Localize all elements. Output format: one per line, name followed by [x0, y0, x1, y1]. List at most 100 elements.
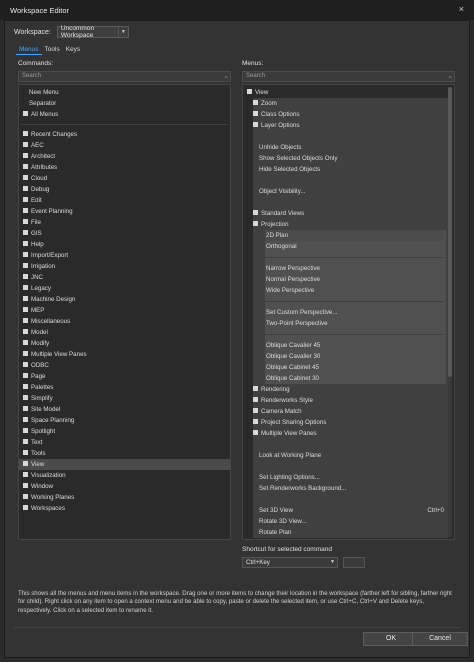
list-item[interactable]: Attributes: [19, 162, 230, 173]
commands-list[interactable]: New Menu Separator All Menus Recent Changes…: [18, 84, 231, 540]
cancel-button[interactable]: Cancel: [412, 632, 468, 646]
expand-icon[interactable]: [23, 405, 28, 411]
tree-item[interactable]: Rotate Plan: [243, 527, 454, 538]
expand-icon[interactable]: [23, 110, 28, 116]
tree-item[interactable]: Unhide Objects: [243, 142, 454, 153]
tree-item[interactable]: Oblique Cavalier 45: [265, 340, 444, 351]
list-item[interactable]: Modify: [19, 338, 230, 349]
tree-item[interactable]: Projection: [243, 219, 454, 230]
expand-icon[interactable]: [23, 339, 28, 345]
list-item[interactable]: Workspaces: [19, 503, 230, 514]
tree-item[interactable]: Zoom: [243, 98, 454, 109]
expand-icon[interactable]: [23, 229, 28, 235]
list-item[interactable]: Debug: [19, 184, 230, 195]
list-item[interactable]: Working Planes: [19, 492, 230, 503]
chevron-down-icon[interactable]: ▼: [330, 558, 335, 567]
expand-icon[interactable]: [253, 110, 258, 116]
list-item[interactable]: Architect: [19, 151, 230, 162]
expand-icon[interactable]: [253, 99, 258, 105]
expand-icon[interactable]: [23, 427, 28, 433]
list-item[interactable]: New Menu: [19, 87, 230, 98]
expand-icon[interactable]: [253, 209, 258, 215]
list-item[interactable]: JNC: [19, 272, 230, 283]
chevron-down-icon[interactable]: ▼: [117, 27, 128, 37]
list-item[interactable]: Text: [19, 437, 230, 448]
list-item[interactable]: Cloud: [19, 173, 230, 184]
list-item[interactable]: Simplify: [19, 393, 230, 404]
list-item[interactable]: All Menus: [19, 109, 230, 120]
tree-item[interactable]: Set Renderworks Background...: [243, 483, 454, 494]
expand-icon[interactable]: [23, 361, 28, 367]
workspace-select[interactable]: Uncommon Workspace ▼: [56, 25, 129, 39]
tree-root[interactable]: View: [243, 87, 454, 98]
tree-item[interactable]: Oblique Cabinet 45: [265, 362, 444, 373]
expand-icon[interactable]: [23, 251, 28, 257]
tree-item[interactable]: Show Selected Objects Only: [243, 153, 454, 164]
expand-icon[interactable]: [23, 317, 28, 323]
tree-item[interactable]: Multiple View Panes: [243, 428, 454, 439]
expand-icon[interactable]: [23, 504, 28, 510]
expand-icon[interactable]: [23, 185, 28, 191]
list-item[interactable]: Help: [19, 239, 230, 250]
list-item[interactable]: Separator: [19, 98, 230, 109]
expand-icon[interactable]: [23, 240, 28, 246]
expand-icon[interactable]: [23, 372, 28, 378]
list-item[interactable]: File: [19, 217, 230, 228]
tree-item[interactable]: Renderworks Style: [243, 395, 454, 406]
tree-item[interactable]: Hide Selected Objects: [243, 164, 454, 175]
expand-icon[interactable]: [23, 471, 28, 477]
expand-icon[interactable]: [23, 152, 28, 158]
list-item[interactable]: Page: [19, 371, 230, 382]
list-item[interactable]: MEP: [19, 305, 230, 316]
tree-item[interactable]: Rendering: [243, 384, 454, 395]
expand-icon[interactable]: [23, 130, 28, 136]
tab-keys[interactable]: Keys: [63, 45, 83, 55]
expand-icon[interactable]: [23, 306, 28, 312]
expand-icon[interactable]: [253, 429, 258, 435]
expand-icon[interactable]: [23, 284, 28, 290]
tree-item[interactable]: Project Sharing Options: [243, 417, 454, 428]
commands-search-input[interactable]: Search ⌕: [18, 71, 231, 82]
expand-icon[interactable]: [23, 174, 28, 180]
ok-button[interactable]: OK: [363, 632, 419, 646]
expand-icon[interactable]: [23, 350, 28, 356]
list-item[interactable]: Palettes: [19, 382, 230, 393]
expand-icon[interactable]: [23, 262, 28, 268]
shortcut-select[interactable]: Ctrl+Key ▼: [242, 557, 338, 568]
list-item[interactable]: Model: [19, 327, 230, 338]
expand-icon[interactable]: [23, 218, 28, 224]
list-item[interactable]: GIS: [19, 228, 230, 239]
expand-icon[interactable]: [253, 418, 258, 424]
expand-icon[interactable]: [23, 438, 28, 444]
expand-icon[interactable]: [23, 482, 28, 488]
tree-item[interactable]: Oblique Cavalier 30: [265, 351, 444, 362]
menus-scrollbar[interactable]: [448, 87, 452, 537]
expand-icon[interactable]: [23, 141, 28, 147]
expand-icon[interactable]: [253, 385, 258, 391]
list-item[interactable]: View: [19, 459, 230, 470]
tree-item[interactable]: Set Lighting Options...: [243, 472, 454, 483]
tree-item[interactable]: 2D Plan: [265, 230, 444, 241]
expand-icon[interactable]: [23, 163, 28, 169]
list-item[interactable]: Multiple View Panes: [19, 349, 230, 360]
tree-item[interactable]: Oblique Cabinet 30: [265, 373, 444, 384]
close-icon[interactable]: ×: [459, 4, 464, 14]
tree-item[interactable]: Class Options: [243, 109, 454, 120]
list-item[interactable]: Event Planning: [19, 206, 230, 217]
expand-icon[interactable]: [253, 396, 258, 402]
expand-icon[interactable]: [23, 449, 28, 455]
list-item[interactable]: Spotlight: [19, 426, 230, 437]
expand-icon[interactable]: [23, 273, 28, 279]
tree-item[interactable]: Wide Perspective: [265, 285, 444, 296]
list-item[interactable]: Visualization: [19, 470, 230, 481]
list-item[interactable]: Space Planning: [19, 415, 230, 426]
list-item[interactable]: ODBC: [19, 360, 230, 371]
tree-item[interactable]: Camera Match: [243, 406, 454, 417]
tree-item[interactable]: Look at Working Plane: [243, 450, 454, 461]
tree-item[interactable]: Normal Perspective: [265, 274, 444, 285]
menus-tree[interactable]: View Zoom Class Options Layer Options Unhide…: [242, 84, 455, 540]
scrollbar-thumb[interactable]: [448, 87, 452, 377]
tree-item[interactable]: Orthogonal: [265, 241, 444, 252]
list-item[interactable]: Machine Design: [19, 294, 230, 305]
expand-icon[interactable]: [253, 407, 258, 413]
